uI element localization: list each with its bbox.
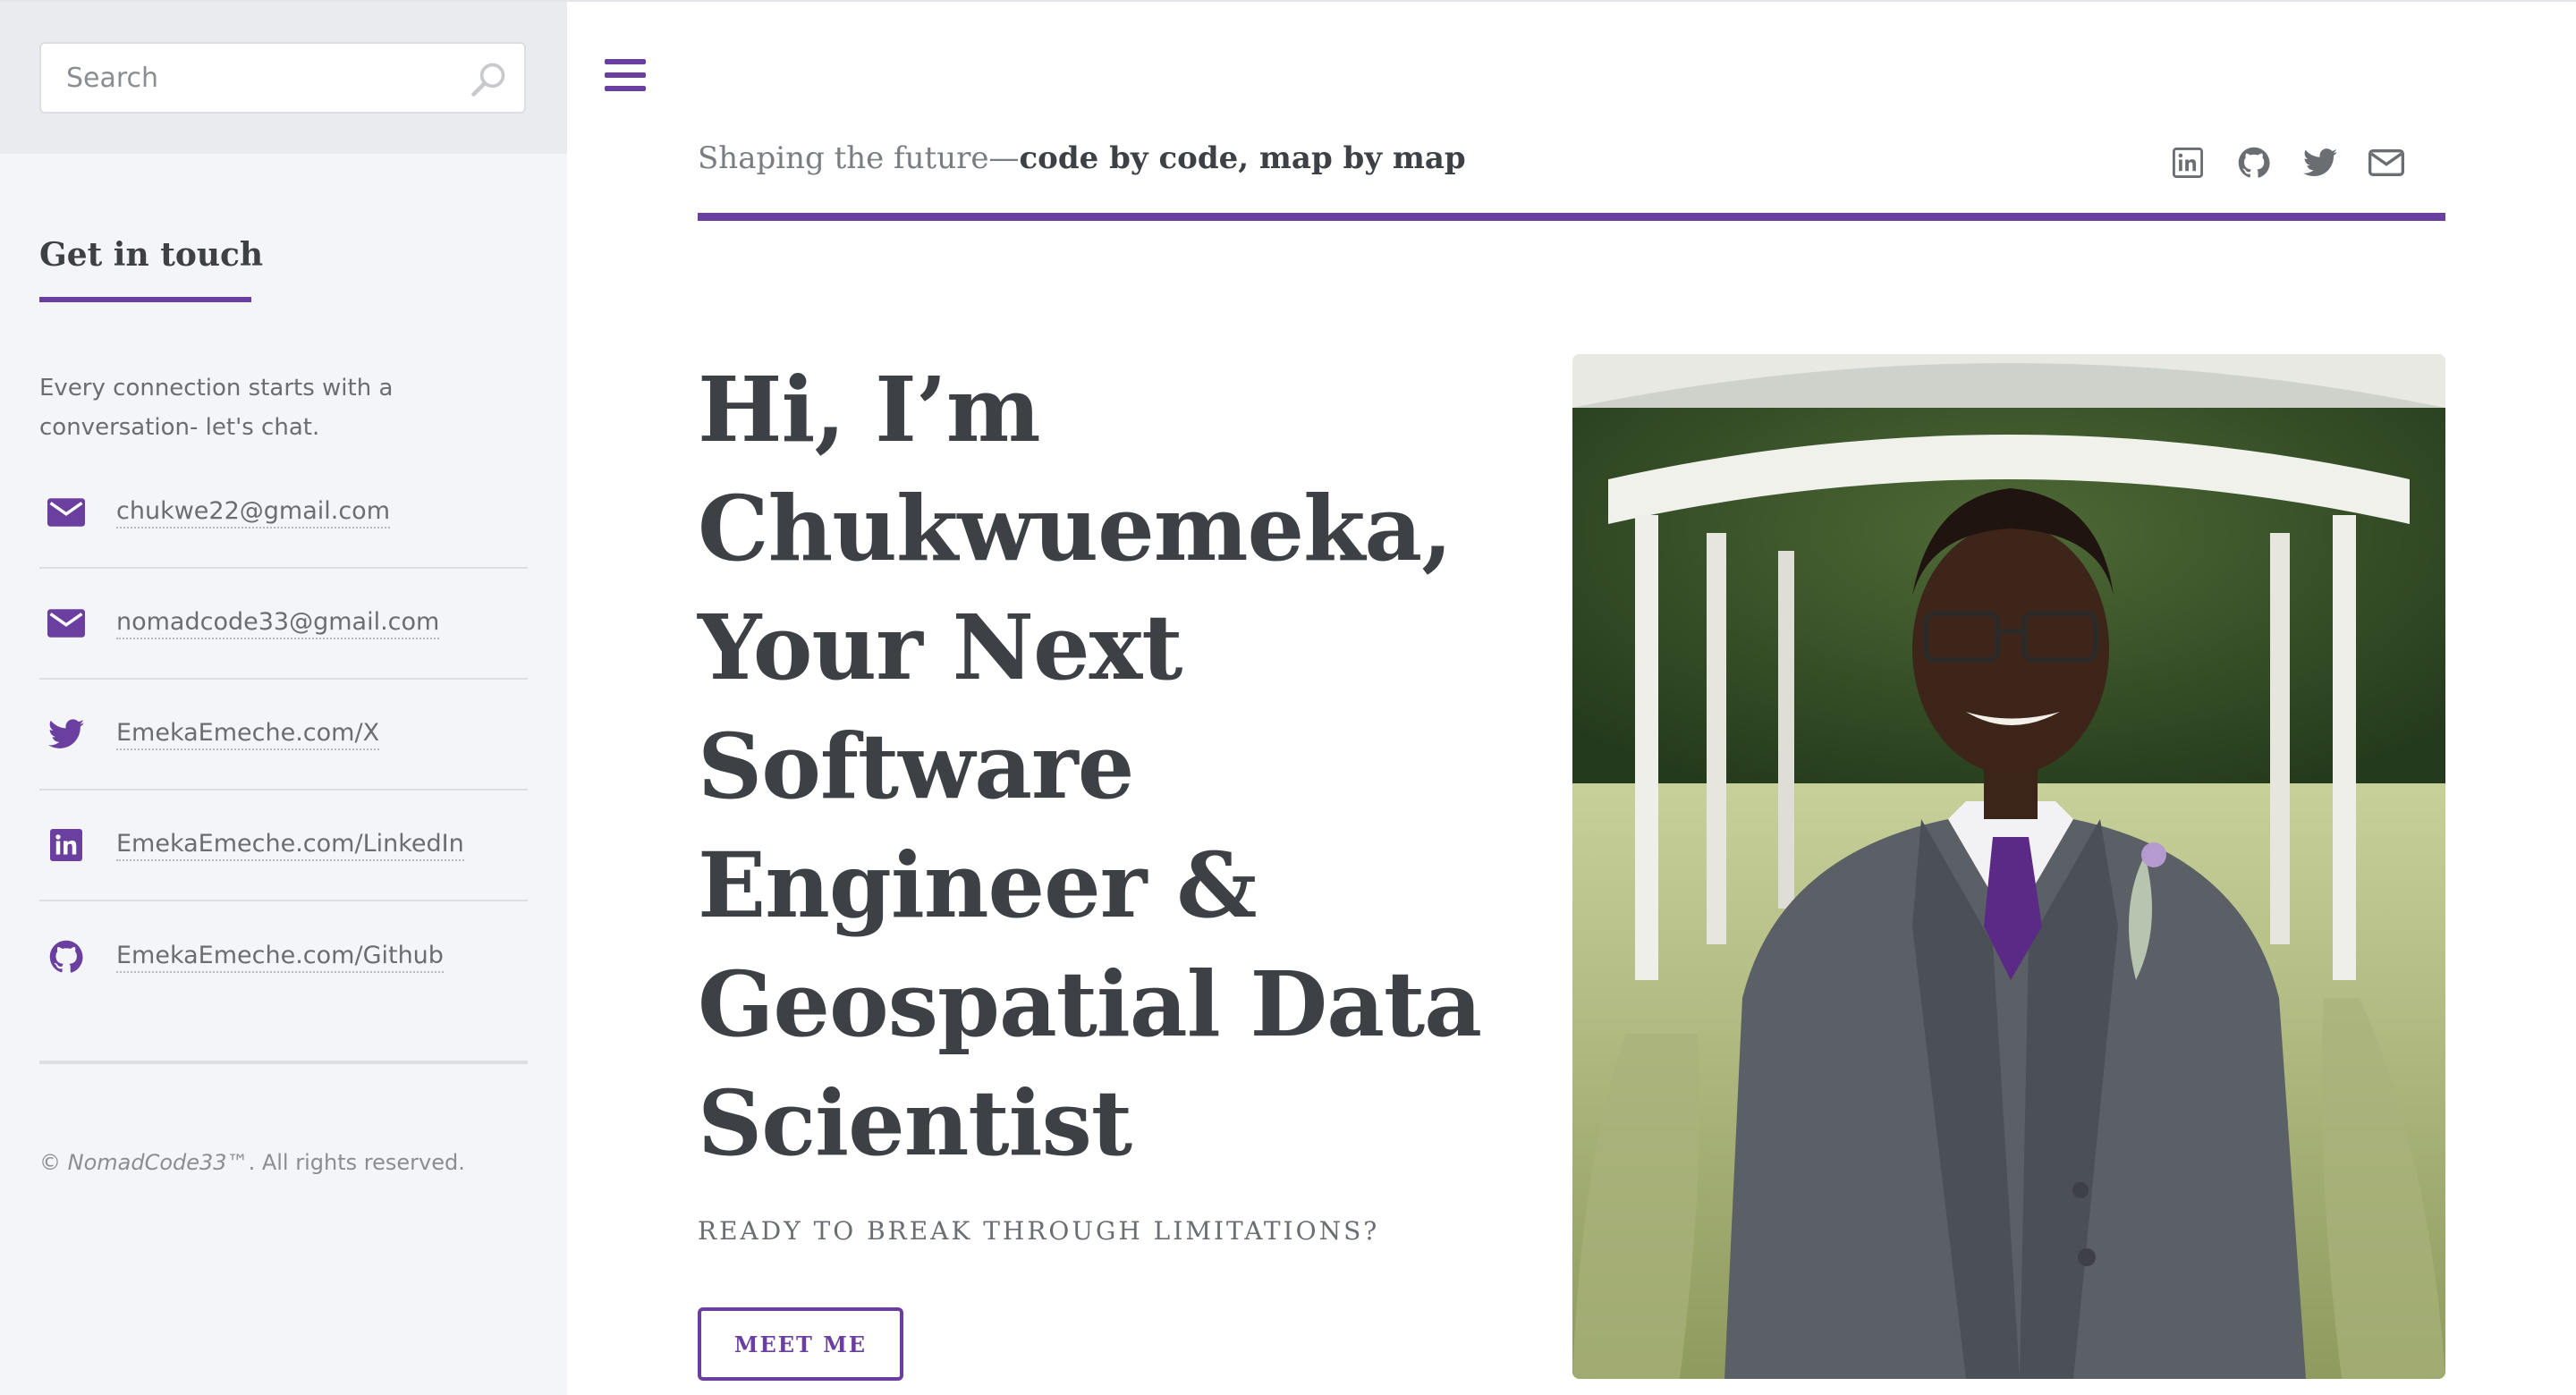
profile-photo	[1572, 354, 2445, 1379]
main-content: Shaping the future—code by code, map by …	[567, 2, 2576, 1395]
hero-title-line: Engineer &	[698, 833, 1258, 938]
contact-item-email-1: chukwe22@gmail.com	[39, 458, 528, 569]
contact-list: chukwe22@gmail.com nomadcode33@gmail.com…	[39, 458, 528, 1012]
mail-icon	[47, 493, 86, 532]
contact-link-email-2[interactable]: nomadcode33@gmail.com	[116, 608, 440, 639]
sidebar-intro: Every connection starts with a conversat…	[39, 375, 394, 441]
hero-title-line: Chukwuemeka,	[698, 476, 1453, 581]
copyright: © NomadCode33™. All rights reserved.	[39, 1150, 465, 1175]
sidebar-title: Get in touch	[39, 236, 264, 274]
contact-item-twitter: EmekaEmeche.com/X	[39, 680, 528, 790]
twitter-icon	[47, 714, 86, 754]
search-icon[interactable]	[469, 60, 508, 99]
linkedin-icon[interactable]	[2168, 143, 2207, 182]
hero-title: Hi, I’m Chukwuemeka, Your Next Software …	[698, 351, 1482, 1183]
hero-title-line: Hi, I’m	[698, 357, 1041, 462]
contact-item-github: EmekaEmeche.com/Github	[39, 901, 528, 1012]
mail-icon[interactable]	[2367, 143, 2406, 182]
hero-title-line: Geospatial Data	[698, 951, 1482, 1057]
linkedin-icon	[47, 825, 86, 865]
search-area	[0, 2, 567, 154]
sidebar-divider	[39, 1061, 528, 1064]
twitter-icon[interactable]	[2301, 143, 2340, 182]
mail-icon	[47, 604, 86, 643]
hamburger-menu-icon[interactable]	[605, 57, 646, 93]
copyright-suffix: ™. All rights reserved.	[226, 1150, 465, 1175]
meet-me-button[interactable]: MEET ME	[698, 1307, 903, 1381]
sidebar: Get in touch Every connection starts wit…	[0, 2, 567, 1395]
contact-item-linkedin: EmekaEmeche.com/LinkedIn	[39, 790, 528, 901]
contact-item-email-2: nomadcode33@gmail.com	[39, 569, 528, 680]
copyright-prefix: ©	[39, 1150, 68, 1175]
hero-title-line: Your Next	[698, 595, 1182, 700]
hero-title-line: Scientist	[698, 1070, 1132, 1176]
contact-link-linkedin[interactable]: EmekaEmeche.com/LinkedIn	[116, 830, 464, 861]
header-accent-bar	[698, 213, 2445, 221]
contact-link-github[interactable]: EmekaEmeche.com/Github	[116, 942, 444, 973]
hero-subtitle: READY TO BREAK THROUGH LIMITATIONS?	[698, 1216, 1380, 1246]
copyright-brand: NomadCode33	[67, 1150, 227, 1175]
social-links	[2168, 143, 2406, 182]
contact-link-email-1[interactable]: chukwe22@gmail.com	[116, 497, 390, 528]
tagline-bold: code by code, map by map	[1019, 140, 1466, 176]
github-icon	[47, 937, 86, 976]
search-box[interactable]	[39, 42, 526, 114]
hero-title-line: Software	[698, 714, 1134, 819]
github-icon[interactable]	[2234, 143, 2274, 182]
tagline-light: Shaping the future—	[698, 140, 1020, 176]
site-tagline: Shaping the future—code by code, map by …	[698, 140, 1466, 176]
sidebar-title-underline	[39, 297, 251, 302]
contact-link-twitter[interactable]: EmekaEmeche.com/X	[116, 719, 380, 750]
search-input[interactable]	[41, 44, 478, 112]
